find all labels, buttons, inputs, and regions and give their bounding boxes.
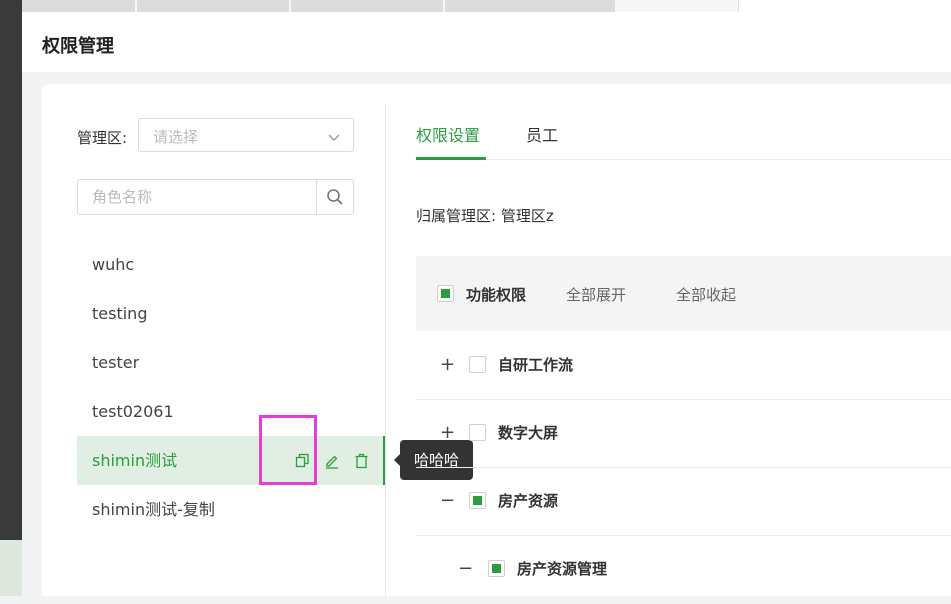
tab-permission-settings[interactable]: 权限设置	[416, 122, 480, 146]
active-tab-indicator	[416, 157, 486, 160]
role-name: shimin测试-复制	[92, 500, 215, 519]
area-select[interactable]: 请选择	[138, 118, 354, 152]
copy-button-highlight	[259, 415, 317, 485]
chevron-down-icon	[327, 129, 341, 148]
top-right-area	[738, 0, 951, 12]
role-item-active[interactable]: shimin测试	[77, 436, 385, 485]
top-tab[interactable]	[445, 0, 617, 12]
permission-header-label: 功能权限	[466, 286, 527, 304]
search-button[interactable]	[316, 180, 353, 214]
permission-checkbox[interactable]	[469, 492, 486, 509]
edit-button[interactable]	[324, 453, 340, 469]
area-select-placeholder: 请选择	[153, 128, 199, 146]
page-header: 权限管理	[22, 12, 951, 72]
edit-icon	[326, 455, 338, 469]
collapse-icon[interactable]: −	[440, 492, 455, 510]
permission-label: 自研工作流	[498, 356, 574, 374]
permission-label: 数字大屏	[498, 424, 559, 442]
tab-staff[interactable]: 员工	[526, 122, 558, 146]
role-item[interactable]: wuhc	[77, 240, 385, 289]
tab-bar-line	[416, 159, 951, 160]
top-tab[interactable]	[22, 0, 137, 12]
left-edge-highlight	[0, 540, 22, 596]
search-icon	[327, 189, 343, 205]
page-title: 权限管理	[42, 36, 114, 57]
trash-icon	[355, 453, 368, 468]
permission-row: − 房产资源管理	[416, 536, 951, 604]
top-tab[interactable]	[291, 0, 445, 12]
role-item[interactable]: testing	[77, 289, 385, 338]
collapse-icon[interactable]: −	[458, 560, 473, 578]
permission-checkbox[interactable]	[469, 424, 486, 441]
role-name: wuhc	[92, 255, 135, 274]
top-tab-strip	[22, 0, 951, 12]
left-edge	[0, 0, 22, 596]
permission-all-checkbox[interactable]	[437, 285, 454, 302]
permission-row: + 数字大屏	[416, 400, 951, 468]
permission-label: 房产资源管理	[517, 560, 608, 578]
permission-label: 房产资源	[498, 492, 559, 510]
role-search	[77, 179, 354, 215]
role-item[interactable]: shimin测试-复制	[77, 485, 385, 534]
role-name: tester	[92, 353, 140, 372]
belong-area: 归属管理区: 管理区z	[416, 207, 554, 225]
role-search-input[interactable]	[78, 180, 316, 214]
role-item[interactable]: tester	[77, 338, 385, 387]
role-name: shimin测试	[92, 451, 178, 470]
permission-checkbox[interactable]	[488, 560, 505, 577]
role-item[interactable]: test02061	[77, 387, 385, 436]
expand-icon[interactable]: +	[440, 356, 455, 374]
expand-all-button[interactable]: 全部展开	[566, 284, 626, 305]
collapse-all-button[interactable]: 全部收起	[676, 284, 736, 305]
permission-row: + 自研工作流	[416, 332, 951, 400]
expand-icon[interactable]: +	[440, 424, 455, 442]
role-name: testing	[92, 304, 148, 323]
permission-row: − 房产资源	[416, 468, 951, 536]
panel-divider	[385, 103, 386, 596]
area-label: 管理区:	[77, 129, 128, 147]
role-name: test02061	[92, 402, 174, 421]
delete-button[interactable]	[354, 453, 369, 469]
permission-checkbox[interactable]	[469, 356, 486, 373]
top-tab[interactable]	[137, 0, 291, 12]
permission-header: 功能权限 全部展开 全部收起	[416, 256, 951, 331]
